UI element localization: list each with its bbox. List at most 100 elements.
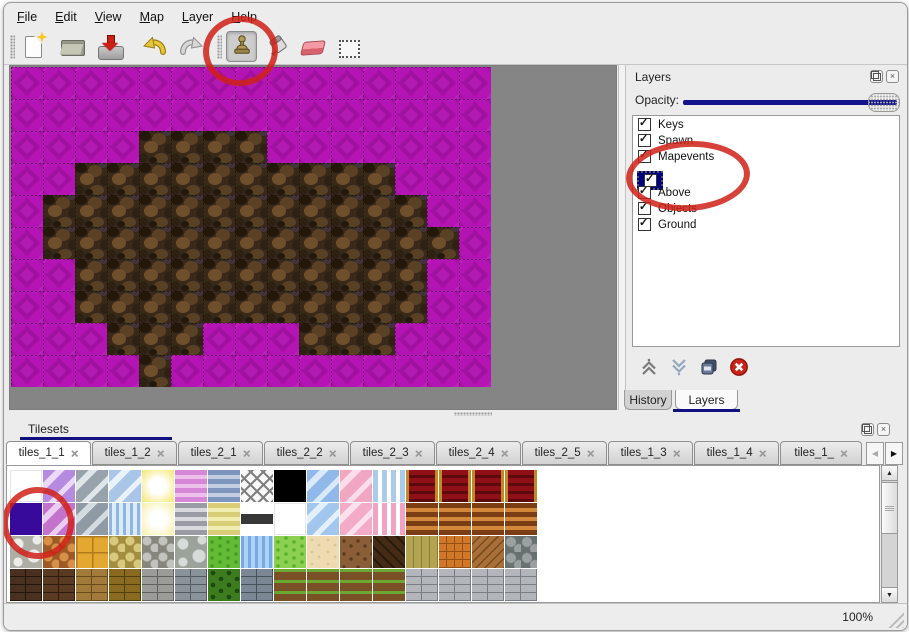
close-tab-icon[interactable]: × [415,447,423,460]
menu-edit[interactable]: Edit [46,5,86,29]
palette-tile[interactable] [142,569,174,601]
close-tab-icon[interactable]: × [501,447,509,460]
fill-tool-button[interactable] [262,31,293,62]
tileset-tab-tiles_1_1[interactable]: tiles_1_1× [6,441,91,465]
palette-tile[interactable] [43,569,75,601]
palette-tile[interactable] [241,569,273,601]
duplicate-layer-button[interactable] [697,355,721,379]
palette-tile[interactable] [274,470,306,502]
menu-layer[interactable]: Layer [173,5,222,29]
palette-tile[interactable] [406,536,438,568]
raise-layer-button[interactable] [637,355,661,379]
opacity-slider-track[interactable] [683,100,897,105]
opacity-slider-handle[interactable] [868,93,900,112]
palette-tile[interactable] [439,536,471,568]
palette-tile[interactable] [505,536,537,568]
toolbar-grip-handle[interactable] [217,35,222,59]
palette-tile[interactable] [307,536,339,568]
palette-tile[interactable] [142,470,174,502]
palette-tile[interactable] [241,503,273,535]
horizontal-splitter[interactable] [4,410,907,417]
palette-tile[interactable] [142,503,174,535]
close-tab-icon[interactable]: × [840,447,848,460]
layer-visibility-checkbox[interactable] [638,150,651,163]
tab-scroll-left-icon[interactable]: ◀ [866,442,884,465]
palette-tile[interactable] [373,536,405,568]
tileset-tab-tiles_1_3[interactable]: tiles_1_3× [608,441,693,465]
palette-tile[interactable] [76,536,108,568]
float-panel-icon[interactable] [870,70,883,83]
palette-tile[interactable] [274,536,306,568]
map-canvas[interactable] [9,65,617,410]
tileset-tab-tiles_1_[interactable]: tiles_1_× [780,441,862,465]
palette-tile[interactable] [373,569,405,601]
palette-tile[interactable] [340,536,372,568]
tab-scroll-right-icon[interactable]: ▶ [885,442,903,465]
layer-visibility-checkbox[interactable] [638,186,651,199]
palette-tile[interactable] [109,569,141,601]
palette-tile[interactable] [406,569,438,601]
palette-tile[interactable] [175,470,207,502]
palette-tile[interactable] [505,470,537,502]
tileset-tab-tiles_1_4[interactable]: tiles_1_4× [694,441,779,465]
palette-tile[interactable] [109,470,141,502]
palette-tile[interactable] [439,569,471,601]
close-tab-icon[interactable]: × [329,447,337,460]
scroll-down-icon[interactable]: ▼ [882,587,897,602]
palette-tile[interactable] [208,536,240,568]
dock-tab-layers[interactable]: Layers [675,390,738,410]
palette-tile[interactable] [274,569,306,601]
scrollbar-thumb[interactable] [882,482,897,534]
close-tab-icon[interactable]: × [243,447,251,460]
palette-tile[interactable] [175,569,207,601]
palette-tile[interactable] [241,536,273,568]
palette-tile[interactable] [340,569,372,601]
menu-help[interactable]: Help [222,5,266,29]
palette-tile[interactable] [109,503,141,535]
palette-tile[interactable] [76,470,108,502]
tileset-tab-tiles_1_2[interactable]: tiles_1_2× [92,441,177,465]
palette-tile[interactable] [208,569,240,601]
scroll-up-icon[interactable]: ▲ [882,466,897,481]
menu-view[interactable]: View [86,5,131,29]
palette-tile[interactable] [439,503,471,535]
palette-tile[interactable] [472,536,504,568]
palette-tile[interactable] [340,470,372,502]
layer-row-spawn[interactable]: Spawn [633,133,899,148]
layer-row-mapevents[interactable]: Mapevents [633,149,899,164]
palette-tile[interactable] [505,503,537,535]
palette-tile[interactable] [175,503,207,535]
palette-tile[interactable] [10,569,42,601]
palette-tile[interactable] [307,569,339,601]
palette-tile[interactable] [340,503,372,535]
layer-visibility-checkbox[interactable] [638,202,651,215]
palette-tile[interactable] [43,470,75,502]
palette-tile[interactable] [208,503,240,535]
redo-tool-button[interactable] [176,31,207,62]
close-tab-icon[interactable]: × [157,447,165,460]
palette-tile[interactable] [472,470,504,502]
close-tab-icon[interactable]: × [587,447,595,460]
close-tab-icon[interactable]: × [673,447,681,460]
tileset-tab-tiles_2_3[interactable]: tiles_2_3× [350,441,435,465]
palette-tile[interactable] [307,470,339,502]
float-panel-icon[interactable] [861,423,874,436]
eraser-tool-button[interactable] [296,31,327,62]
palette-tile[interactable] [241,470,273,502]
save-tool-button[interactable] [94,31,125,62]
palette-tile[interactable] [142,536,174,568]
close-panel-icon[interactable]: × [886,70,899,83]
palette-tile[interactable] [373,470,405,502]
palette-tile[interactable] [373,503,405,535]
palette-tile[interactable] [274,503,306,535]
layer-row-objects[interactable]: Objects [633,201,899,216]
toolbar-grip-handle[interactable] [10,35,15,59]
layer-visibility-checkbox[interactable] [638,134,651,147]
select-tool-button[interactable] [332,31,363,62]
menu-map[interactable]: Map [131,5,173,29]
resize-grip-icon[interactable] [887,611,904,628]
delete-layer-button[interactable] [727,355,751,379]
palette-tile[interactable] [43,536,75,568]
vertical-splitter[interactable] [618,65,626,410]
palette-tile[interactable] [472,569,504,601]
